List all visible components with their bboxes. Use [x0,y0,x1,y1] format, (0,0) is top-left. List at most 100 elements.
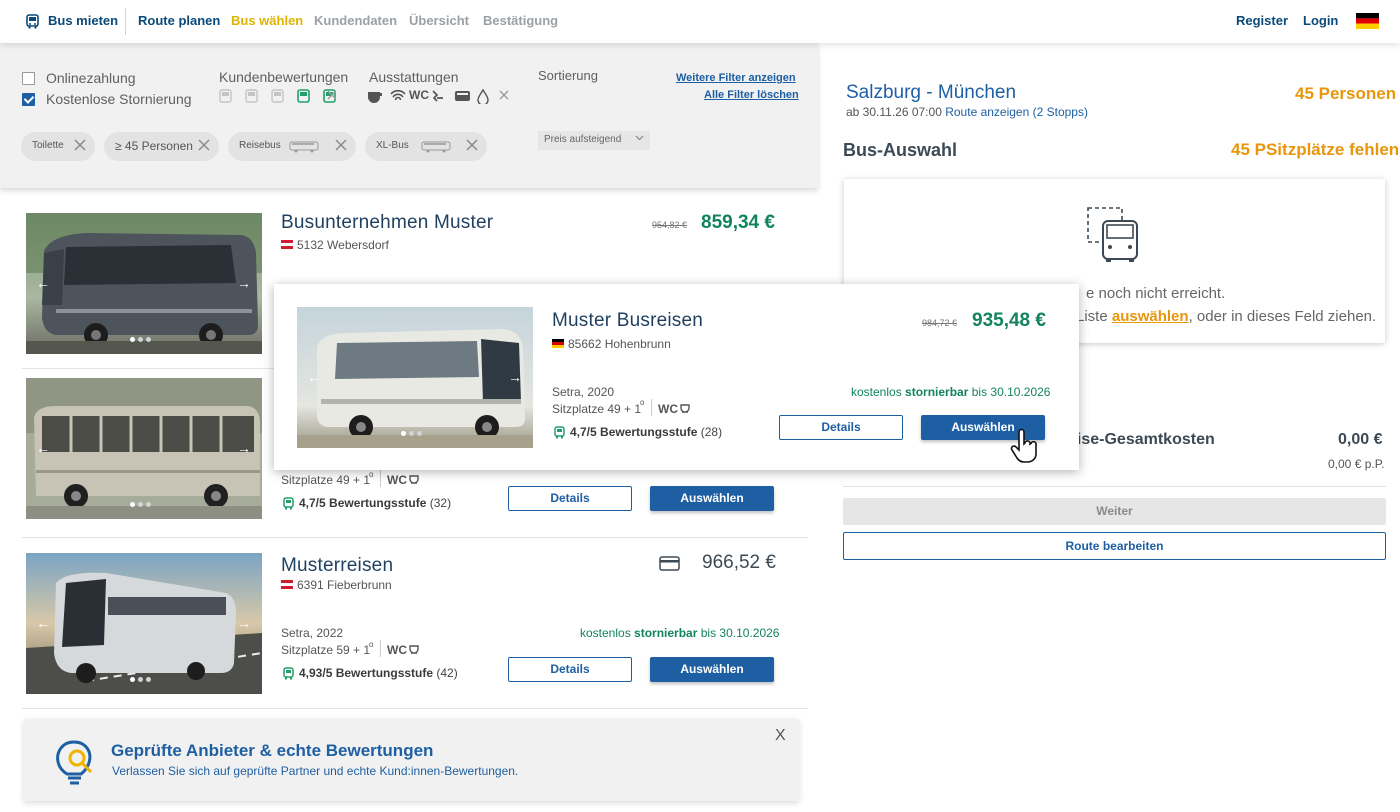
company-name[interactable]: Musterreisen [281,555,393,577]
edit-route-button[interactable]: Route bearbeiten [843,532,1386,560]
drag-bus-icon [1087,207,1138,262]
missing-seats-warning: 45 PSitzplätze fehlen [1231,140,1400,159]
close-icon[interactable] [73,138,87,152]
prev-image-arrow[interactable]: ← [306,369,322,385]
show-route-link[interactable]: Route anzeigen (2 Stopps) [945,105,1088,119]
austria-flag-icon [281,580,293,589]
online-payment-checkbox[interactable] [22,72,35,85]
price: 966,52 € [702,552,776,573]
clear-filters-link[interactable]: Alle Filter löschen [704,89,799,101]
total-cost-label: eise-Gesamtkosten [1068,431,1215,448]
image-dots [130,494,154,512]
reviews-label: Kundenbewertungen [219,69,349,85]
next-button[interactable]: Weiter [843,498,1386,525]
wc-icon: WC [409,88,429,102]
credit-card-icon [659,556,680,571]
coffee-icon [409,475,419,484]
rating-bus-icon [283,497,294,510]
dragged-bus-card[interactable]: ← → Muster Busreisen 85662 Hohenbrunn 98… [274,284,1079,470]
next-image-arrow[interactable]: → [507,369,523,385]
brand-link[interactable]: Bus mieten [48,13,118,28]
bus-photo[interactable]: ← → [26,553,262,694]
features-filter[interactable]: WC [367,88,517,104]
close-icon[interactable] [465,138,479,152]
prev-image-arrow[interactable]: ← [35,275,51,291]
seat-info-icon: o [369,640,374,649]
cost-per-person: 0,00 € p.P. [1328,457,1385,471]
seat-info-icon: o [369,470,374,479]
rating-count: (42) [436,666,458,680]
info-banner: Geprüfte Anbieter & echte Bewertungen Ve… [24,719,799,801]
dropzone-hint-line1: e noch nicht erreicht. [1086,285,1226,302]
dropzone-hint-line2: Liste auswählen, oder in dieses Feld zie… [1076,308,1377,325]
image-dots [130,669,154,687]
old-price: 984,72 € [922,318,958,328]
prev-image-arrow[interactable]: ← [35,615,51,631]
divider [651,399,652,416]
nav-divider [125,8,126,35]
seat-info-icon: o [640,398,645,407]
step-bus-waehlen[interactable]: Bus wählen [231,13,303,28]
prev-image-arrow[interactable]: ← [35,440,51,456]
login-link[interactable]: Login [1303,13,1338,28]
step-route-planen[interactable]: Route planen [138,13,220,28]
chip-persons[interactable]: ≥ 45 Personen [104,132,219,161]
austria-flag-icon [281,240,293,249]
company-name[interactable]: Muster Busreisen [552,310,703,332]
chip-label: XL-Bus [376,140,409,151]
sort-select[interactable]: Preis aufsteigend [538,131,650,150]
cancellation-info: kostenlos stornierbar bis 30.10.2026 [851,385,1051,399]
select-from-list-link[interactable]: auswählen [1112,308,1189,325]
trip-date: ab 30.11.26 07:00 Route anzeigen (2 Stop… [846,105,1088,119]
image-dots [401,423,425,441]
company-location: 85662 Hohenbrunn [568,337,671,351]
close-banner-button[interactable]: X [775,727,786,745]
rating-text: 4,93/5 Bewertungsstufe (42) [299,666,458,680]
next-image-arrow[interactable]: → [236,615,252,631]
total-cost-value: 0,00 € [1338,431,1383,448]
price: 935,48 € [972,310,1046,331]
rating-count: (28) [700,425,723,439]
german-flag-icon[interactable] [1356,13,1379,29]
divider [380,640,381,657]
free-cancel-checkbox[interactable] [22,93,35,106]
banner-title: Geprüfte Anbieter & echte Bewertungen [111,741,434,760]
free-cancel-label: Kostenlose Stornierung [46,91,192,107]
divider [22,537,808,538]
section-title: Bus-Auswahl [843,140,958,160]
sort-label: Sortierung [538,68,598,83]
cancellation-info: kostenlos stornierbar bis 30.10.2026 [580,626,780,640]
seat-count: Sitzplatze 59 + 1 [281,643,371,657]
seat-count: Sitzplatze 49 + 1 [281,473,371,487]
bus-photo[interactable]: ← → [26,213,262,354]
chip-toilette[interactable]: Toilette [21,132,95,161]
chip-reisebus[interactable]: Reisebus [228,132,356,161]
close-icon[interactable] [197,138,211,152]
chip-label: ≥ 45 Personen [115,139,193,153]
details-button[interactable]: Details [508,657,632,682]
step-uebersicht: Übersicht [409,13,469,28]
rating-text: 4,7/5 Bewertungsstufe (28) [570,425,722,439]
route-title: Salzburg - München [846,82,1017,103]
chip-xl-bus[interactable]: XL-Bus [365,132,487,161]
more-filters-link[interactable]: Weitere Filter anzeigen [676,72,796,84]
clear-rating-icon[interactable] [326,89,338,101]
bus-silhouette-icon [289,141,319,153]
details-button[interactable]: Details [779,415,903,440]
close-icon[interactable] [334,138,348,152]
image-dots [130,329,154,347]
next-image-arrow[interactable]: → [236,440,252,456]
register-link[interactable]: Register [1236,13,1288,28]
wc-icon: WC [658,402,678,416]
details-button[interactable]: Details [508,486,632,511]
company-name[interactable]: Busunternehmen Muster [281,212,493,234]
german-flag-icon [552,339,564,348]
next-image-arrow[interactable]: → [236,275,252,291]
rating-value: 4,93/5 Bewertungsstufe [299,666,434,680]
wc-icon: WC [387,643,407,657]
bus-photo[interactable]: ← → [297,307,533,448]
step-bestaetigung: Bestätigung [483,13,559,28]
bus-photo[interactable]: ← → [26,378,262,519]
select-button[interactable]: Auswählen [650,657,774,682]
select-button[interactable]: Auswählen [650,486,774,511]
